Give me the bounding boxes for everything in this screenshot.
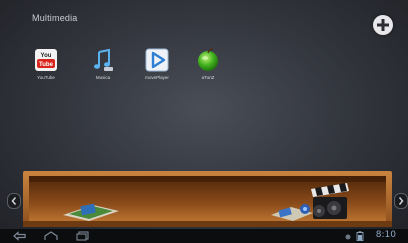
scroll-right-button[interactable]: [394, 193, 408, 209]
green-apple-icon: [198, 48, 218, 71]
youtube-logo-line2: Tube: [39, 62, 54, 68]
plus-icon: [377, 19, 389, 31]
app-label-moveplayer: movePlayer: [145, 75, 169, 80]
music-note-icon: [94, 48, 113, 71]
battery-icon: [356, 231, 364, 241]
app-label-atunz: aTunZ: [201, 75, 215, 80]
youtube-logo-line1: You: [41, 53, 52, 59]
status-clock: 8:10: [375, 230, 396, 240]
home-icon[interactable]: [43, 231, 59, 241]
scroll-left-button[interactable]: [7, 193, 21, 209]
add-button[interactable]: [373, 15, 393, 35]
folder-title: Multimedia: [32, 13, 78, 23]
app-youtube[interactable]: You Tube YouTube: [25, 48, 67, 80]
recent-apps-icon[interactable]: [75, 231, 91, 241]
back-icon[interactable]: [12, 231, 28, 241]
play-icon: [145, 48, 169, 72]
chevron-right-icon: [398, 197, 404, 205]
app-label-musica: Musica: [95, 75, 111, 80]
youtube-icon: You Tube: [35, 49, 57, 71]
app-musica[interactable]: Musica: [82, 48, 124, 80]
media-shelf: [23, 171, 392, 227]
notification-dot-icon: [345, 234, 351, 240]
app-atunz[interactable]: aTunZ: [187, 48, 229, 80]
app-moveplayer[interactable]: movePlayer: [136, 48, 178, 80]
chevron-left-icon: [11, 197, 17, 205]
home-screen: Multimedia You Tube YouTube Musica moveP…: [0, 0, 408, 243]
app-label-youtube: YouTube: [37, 75, 55, 80]
